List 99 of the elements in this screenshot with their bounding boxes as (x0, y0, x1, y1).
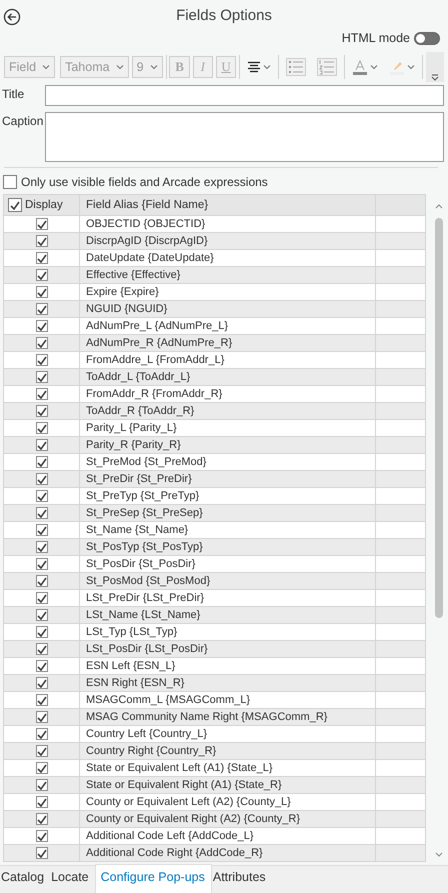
table-cell: LSt_PreDir {LSt_PreDir} (80, 590, 376, 606)
checkbox[interactable] (36, 677, 48, 690)
table-cell: MSAG Community Name Right {MSAGComm_R} (80, 708, 376, 726)
table-cell: County or Equivalent Right (A2) {County_R} (80, 810, 376, 828)
checkbox[interactable] (36, 252, 48, 264)
checkbox[interactable] (36, 235, 48, 248)
checkbox[interactable] (36, 286, 48, 298)
checkbox[interactable] (36, 354, 48, 366)
table-cell: St_PosMod {St_PosMod} (80, 572, 376, 590)
scrollbar-thumb[interactable] (435, 218, 443, 618)
checkbox[interactable] (36, 660, 48, 672)
table-cell: LSt_Typ {LSt_Typ} (80, 624, 376, 640)
checkbox[interactable] (36, 218, 48, 230)
checkbox[interactable] (36, 626, 48, 638)
checkbox[interactable] (36, 711, 48, 724)
table-cell: Parity_R {Parity_R} (80, 436, 376, 454)
checkbox[interactable] (36, 507, 48, 520)
checkbox[interactable] (36, 609, 48, 622)
table-cell: St_PosDir {St_PosDir} (80, 556, 376, 572)
table-cell: MSAGComm_L {MSAGComm_L} (80, 692, 376, 708)
panel-title: Fields Options (176, 6, 272, 26)
caret-icon[interactable] (263, 64, 272, 70)
table-cell: AdNumPre_R {AdNumPre_R} (80, 334, 376, 352)
table-cell: ESN Right {ESN_R} (80, 674, 376, 692)
checkbox[interactable] (36, 337, 48, 350)
table-cell: LSt_Name {LSt_Name} (80, 606, 376, 624)
table-cell: DiscrpAgID {DiscrpAgID} (80, 232, 376, 250)
table-cell: AdNumPre_L {AdNumPre_L} (80, 318, 376, 334)
checkbox[interactable] (36, 490, 48, 502)
checkbox[interactable] (36, 269, 48, 282)
column-header[interactable]: Field Alias {Field Name} (80, 194, 376, 216)
table-cell: FromAddr_R {FromAddr_R} (80, 386, 376, 402)
table-cell: St_PreSep {St_PreSep} (80, 504, 376, 522)
table-cell: OBJECTID {OBJECTID} (80, 216, 376, 232)
align-icon[interactable] (247, 60, 262, 74)
checkbox[interactable] (36, 456, 48, 468)
column-header[interactable]: Display (4, 194, 80, 216)
table-cell: ToAddr_L {ToAddr_L} (80, 368, 376, 386)
caret-icon[interactable] (370, 64, 378, 70)
caret-icon[interactable] (406, 64, 415, 70)
checkbox-label: Only use visible fields and Arcade expressions (21, 174, 268, 191)
table-cell: ToAddr_R {ToAddr_R} (80, 402, 376, 420)
checkbox[interactable] (36, 575, 48, 588)
tab[interactable]: Locate (50, 865, 95, 893)
checkbox[interactable] (36, 524, 48, 536)
table-cell: County or Equivalent Left (A2) {County_L} (80, 794, 376, 810)
table-cell: State or Equivalent Left (A1) {State_L} (80, 760, 376, 776)
field-label: Title (1, 86, 26, 103)
checkbox[interactable] (36, 541, 48, 554)
checkbox[interactable] (36, 439, 48, 452)
checkbox[interactable] (36, 388, 48, 400)
table-cell: Parity_L {Parity_L} (80, 420, 376, 436)
toggle-switch[interactable] (414, 32, 440, 44)
tab[interactable]: Catalog (0, 865, 50, 893)
checkbox[interactable] (36, 762, 48, 774)
table-cell: FromAddre_L {FromAddr_L} (80, 352, 376, 368)
checkbox[interactable] (8, 198, 22, 212)
table-cell: St_PreMod {St_PreMod} (80, 454, 376, 470)
checkbox[interactable] (36, 830, 48, 842)
checkbox[interactable] (36, 592, 48, 604)
back-icon[interactable] (3, 7, 21, 26)
checkbox[interactable] (36, 371, 48, 384)
checkbox[interactable] (36, 473, 48, 486)
checkbox[interactable] (36, 643, 48, 656)
table-cell: LSt_PosDir {LSt_PosDir} (80, 640, 376, 658)
checkbox[interactable] (36, 558, 48, 570)
checkbox[interactable] (36, 728, 48, 740)
checkbox[interactable] (36, 422, 48, 434)
table-cell: St_PreDir {St_PreDir} (80, 470, 376, 488)
table-cell: Country Right {Country_R} (80, 742, 376, 760)
overflow-icon[interactable] (426, 52, 444, 82)
checkbox[interactable] (36, 745, 48, 758)
table-cell: Expire {Expire} (80, 284, 376, 300)
table-cell: NGUID {NGUID} (80, 300, 376, 318)
table-cell: State or Equivalent Right (A1) {State_R} (80, 776, 376, 794)
title-field[interactable] (45, 85, 444, 106)
table-cell: Additional Code Right {AddCode_R} (80, 844, 376, 862)
table-cell: Country Left {Country_L} (80, 726, 376, 742)
checkbox[interactable] (36, 796, 48, 808)
toggle-label: HTML mode (342, 30, 410, 47)
checkbox[interactable] (36, 813, 48, 826)
tab[interactable]: Configure Pop-ups (94, 864, 212, 893)
field-label: Caption (1, 113, 44, 130)
table-cell: Effective {Effective} (80, 266, 376, 284)
tab[interactable]: Attributes (212, 865, 272, 893)
table-cell: DateUpdate {DateUpdate} (80, 250, 376, 266)
checkbox[interactable] (36, 405, 48, 418)
checkbox[interactable] (36, 694, 48, 706)
checkbox[interactable] (36, 779, 48, 792)
checkbox[interactable] (36, 847, 48, 860)
table-cell: St_PosTyp {St_PosTyp} (80, 538, 376, 556)
table-cell: Additional Code Left {AddCode_L} (80, 828, 376, 844)
table-cell: St_Name {St_Name} (80, 522, 376, 538)
checkbox[interactable] (36, 320, 48, 332)
table-cell: ESN Left {ESN_L} (80, 658, 376, 674)
table-cell: St_PreTyp {St_PreTyp} (80, 488, 376, 504)
checkbox[interactable] (36, 303, 48, 316)
checkbox[interactable] (3, 175, 17, 189)
caption-field[interactable] (45, 112, 444, 162)
